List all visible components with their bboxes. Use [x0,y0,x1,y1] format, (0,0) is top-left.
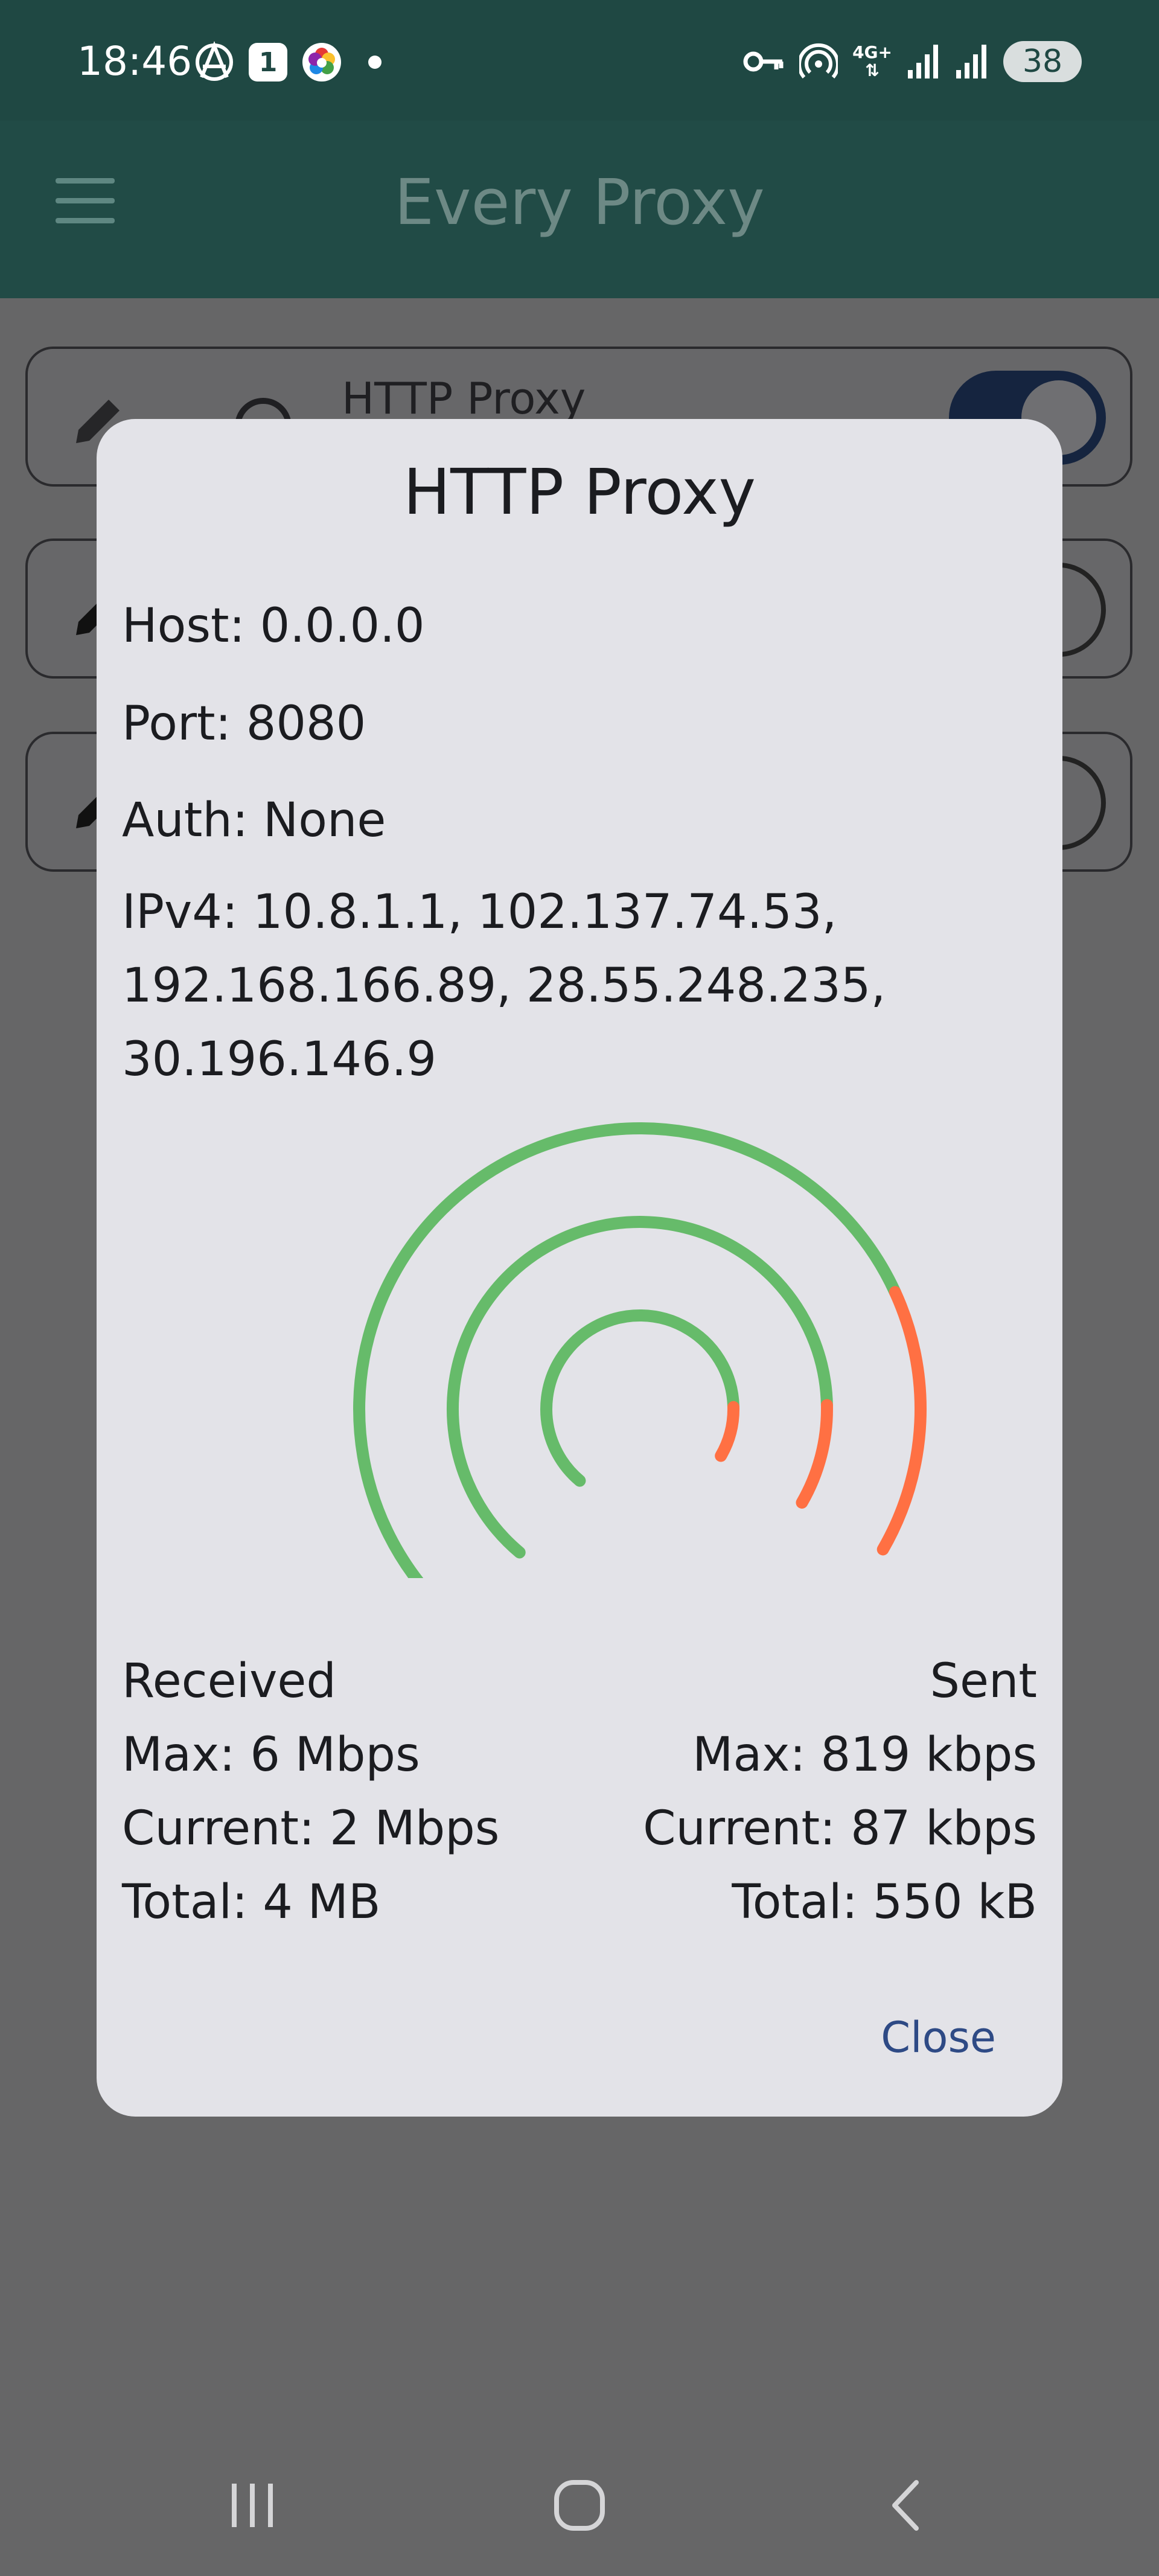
battery-icon: 38 [1003,41,1082,82]
auth-text: Auth: None [122,793,386,848]
sent-total: Total: 550 kB [732,1875,1037,1929]
ipv4-line: 192.168.166.89, 28.55.248.235, [122,959,886,1013]
network-4g-icon: 4G+ ⇅ [852,43,892,80]
data-arrows-icon: ⇅ [865,60,880,80]
sent-heading: Sent [930,1654,1037,1708]
gauge-arc-level [796,1399,833,1509]
status-icons-left: 1 [193,41,382,83]
received-stats: Received Max: 6 Mbps Current: 2 Mbps Tot… [122,1644,499,1939]
gauge-arc-level [876,1286,927,1556]
close-button[interactable]: Close [869,2007,1008,2068]
sent-current: Current: 87 kbps [643,1801,1037,1856]
port-text: Port: 8080 [122,697,366,751]
dot-icon [368,56,382,69]
proxy-name-label: HTTP Proxy [342,373,586,424]
vpn-key-icon [743,51,784,72]
status-time: 18:46 [77,38,193,85]
status-bar: 18:46 1 4G+ ⇅ 38 [0,0,1159,121]
sent-max: Max: 819 kbps [692,1728,1037,1782]
gauge-arc-track [447,1216,833,1559]
gauge-arc-level [715,1401,740,1462]
received-total: Total: 4 MB [122,1875,381,1929]
ipv4-line: 30.196.146.9 [122,1032,437,1087]
app-bar: Every Proxy [0,121,1159,298]
received-max: Max: 6 Mbps [122,1728,420,1782]
ipv4-addresses: IPv4: 10.8.1.1, 102.137.74.53, 192.168.1… [122,875,1033,1096]
back-icon[interactable] [881,2475,930,2536]
recent-apps-icon[interactable] [228,2475,276,2536]
signal-icon [908,45,938,78]
received-current: Current: 2 Mbps [122,1801,500,1856]
home-icon[interactable] [549,2475,610,2536]
notification-count-badge: 1 [249,43,287,81]
signal-icon [956,45,986,78]
status-icons-right: 4G+ ⇅ 38 [742,41,1082,82]
ipv4-line: IPv4: 10.8.1.1, 102.137.74.53, [122,885,837,939]
sent-stats: Sent Max: 819 kbps Current: 87 kbps Tota… [643,1644,1037,1939]
app-title: Every Proxy [394,165,765,239]
hotspot-icon [799,43,838,78]
network-type-label: 4G+ [852,42,892,62]
traffic-gauge [353,1122,927,1578]
anarchy-icon [196,41,233,81]
proxy-details-dialog: HTTP Proxy Host: 0.0.0.0 Port: 8080 Auth… [97,419,1062,2117]
host-text-row: Host: 0.0.0.0 [122,599,425,653]
received-heading: Received [122,1654,336,1708]
dialog-title: HTTP Proxy [403,455,756,529]
navigation-bar [0,2463,1159,2548]
gauge-arc-track [540,1309,739,1487]
color-hexagon-icon [302,43,341,81]
